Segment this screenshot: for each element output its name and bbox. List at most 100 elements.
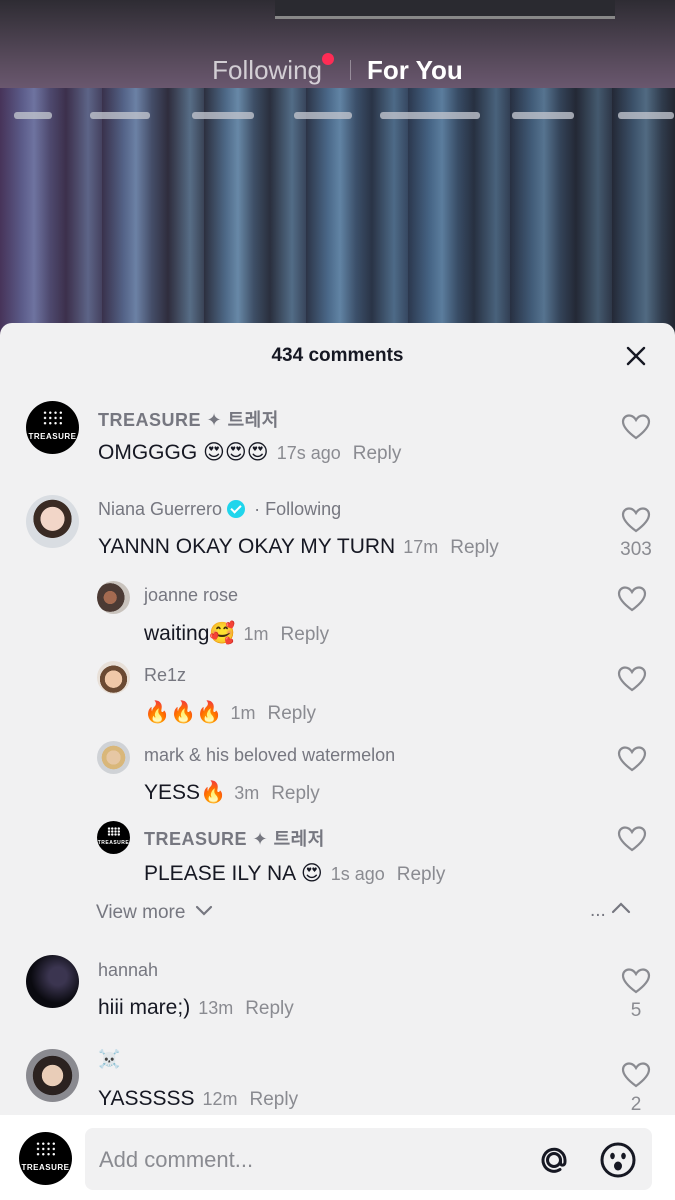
- video-vent: [275, 0, 615, 19]
- heart-icon[interactable]: [621, 506, 651, 534]
- treasure-logo-text: TREASURE: [97, 840, 130, 847]
- comment-username[interactable]: TREASURE ✦ 트레저: [98, 406, 279, 432]
- curtain-hook: [14, 112, 52, 119]
- following-label: · Following: [254, 499, 342, 519]
- collapse-replies-button[interactable]: ...: [590, 900, 631, 922]
- like-count: 5: [630, 1000, 642, 1021]
- comments-sheet: 434 comments TREASURE TREASURE ✦ 트레저 OMG…: [0, 323, 675, 1200]
- comments-count: 434 comments: [271, 345, 404, 366]
- treasure-logo-text: TREASURE: [21, 1162, 70, 1172]
- comment-body: waiting🥰 1m Reply: [144, 622, 329, 646]
- heart-icon[interactable]: [617, 665, 647, 693]
- comment-time: 1m: [230, 703, 256, 723]
- curtain-hook: [294, 112, 352, 119]
- curtain-hooks: [0, 112, 675, 122]
- comment-time: 17m: [403, 537, 439, 557]
- reply-button[interactable]: Reply: [250, 1089, 299, 1110]
- avatar[interactable]: [97, 741, 130, 774]
- comments-header: 434 comments: [0, 323, 675, 389]
- reply-button[interactable]: Reply: [281, 624, 330, 645]
- heart-icon[interactable]: [617, 825, 647, 853]
- comment-username[interactable]: Re1z: [144, 665, 186, 686]
- treasure-logo-text: TREASURE: [28, 431, 77, 441]
- reply-button[interactable]: Reply: [267, 703, 316, 724]
- comment-body: 🔥🔥🔥 1m Reply: [144, 701, 316, 725]
- avatar[interactable]: [97, 661, 130, 694]
- treasure-logo-icon: [41, 410, 64, 426]
- comment-username[interactable]: Niana Guerrero: [98, 499, 222, 519]
- heart-icon[interactable]: [617, 745, 647, 773]
- feed-tabs: Following For You: [0, 50, 675, 90]
- comment-body: YASSSSS 12m Reply: [98, 1087, 298, 1111]
- tab-following[interactable]: Following: [212, 52, 334, 86]
- treasure-logo-icon: [106, 826, 121, 837]
- close-icon[interactable]: [625, 345, 647, 367]
- avatar[interactable]: [26, 1049, 79, 1102]
- curtain-hook: [192, 112, 254, 119]
- emoji-icon[interactable]: [599, 1141, 637, 1179]
- avatar[interactable]: TREASURE: [26, 401, 79, 454]
- comment-text: YASSSSS: [98, 1087, 195, 1110]
- tab-divider: [350, 60, 351, 80]
- comment-username-row: Niana Guerrero · Following: [98, 499, 341, 520]
- comment-username[interactable]: ☠️: [98, 1049, 120, 1070]
- mention-icon[interactable]: [535, 1141, 573, 1179]
- comment-username[interactable]: TREASURE ✦ 트레저: [144, 825, 325, 851]
- comment-body: OMGGGG 😍😍😍 17s ago Reply: [98, 440, 401, 465]
- comment-username[interactable]: joanne rose: [144, 585, 238, 606]
- reply-button[interactable]: Reply: [397, 864, 446, 885]
- comment-time: 17s ago: [276, 443, 341, 463]
- comment-body: YESS🔥 3m Reply: [144, 781, 320, 805]
- heart-icon[interactable]: [617, 585, 647, 613]
- chevron-up-icon: [612, 902, 631, 914]
- comment-time: 1s ago: [330, 864, 385, 884]
- comment-body: YANNN OKAY OKAY MY TURN 17m Reply: [98, 535, 499, 559]
- avatar[interactable]: [97, 581, 130, 614]
- avatar[interactable]: [26, 955, 79, 1008]
- comment-text: PLEASE ILY NA 😍: [144, 862, 323, 885]
- reply-button[interactable]: Reply: [353, 443, 402, 464]
- reply-button[interactable]: Reply: [450, 537, 499, 558]
- like-count: 303: [620, 539, 652, 560]
- avatar[interactable]: [26, 495, 79, 548]
- curtain-hook: [90, 112, 150, 119]
- reply-button[interactable]: Reply: [271, 783, 320, 804]
- comment-time: 12m: [202, 1089, 238, 1109]
- tab-following-label: Following: [212, 54, 322, 85]
- comment-text: waiting🥰: [144, 622, 236, 645]
- comment-username[interactable]: mark & his beloved watermelon: [144, 745, 395, 766]
- curtain-hook: [380, 112, 480, 119]
- tab-for-you[interactable]: For You: [367, 55, 463, 86]
- notification-dot: [322, 52, 334, 65]
- heart-icon[interactable]: [621, 967, 651, 995]
- collapse-label: ...: [590, 900, 606, 921]
- comment-text: OMGGGG 😍😍😍: [98, 441, 269, 464]
- comment-input[interactable]: Add comment...: [85, 1128, 652, 1190]
- video-curtain: [0, 88, 675, 340]
- comment-time: 1m: [243, 624, 269, 644]
- like-count: 2: [630, 1094, 642, 1115]
- curtain-hook: [512, 112, 574, 119]
- heart-icon[interactable]: [621, 1061, 651, 1089]
- comment-input-placeholder: Add comment...: [99, 1147, 254, 1172]
- comment-time: 3m: [234, 783, 260, 803]
- comment-body: hiii mare;) 13m Reply: [98, 996, 294, 1020]
- treasure-logo-icon: [34, 1141, 57, 1157]
- comment-username[interactable]: hannah: [98, 960, 158, 981]
- comment-composer: TREASURE Add comment...: [0, 1115, 675, 1200]
- view-more-replies-button[interactable]: View more: [96, 902, 213, 924]
- comment-text: YESS🔥: [144, 781, 227, 804]
- chevron-down-icon: [195, 905, 212, 916]
- comment-text: YANNN OKAY OKAY MY TURN: [98, 535, 396, 558]
- verified-icon: [227, 500, 246, 518]
- comment-body: PLEASE ILY NA 😍 1s ago Reply: [144, 861, 445, 886]
- reply-button[interactable]: Reply: [245, 998, 294, 1019]
- view-more-label: View more: [96, 902, 186, 923]
- heart-icon[interactable]: [621, 413, 651, 441]
- comment-text: 🔥🔥🔥: [144, 701, 223, 724]
- comment-text: hiii mare;): [98, 996, 191, 1019]
- current-user-avatar[interactable]: TREASURE: [19, 1132, 72, 1185]
- curtain-hook: [618, 112, 674, 119]
- comment-time: 13m: [198, 998, 234, 1018]
- avatar[interactable]: TREASURE: [97, 821, 130, 854]
